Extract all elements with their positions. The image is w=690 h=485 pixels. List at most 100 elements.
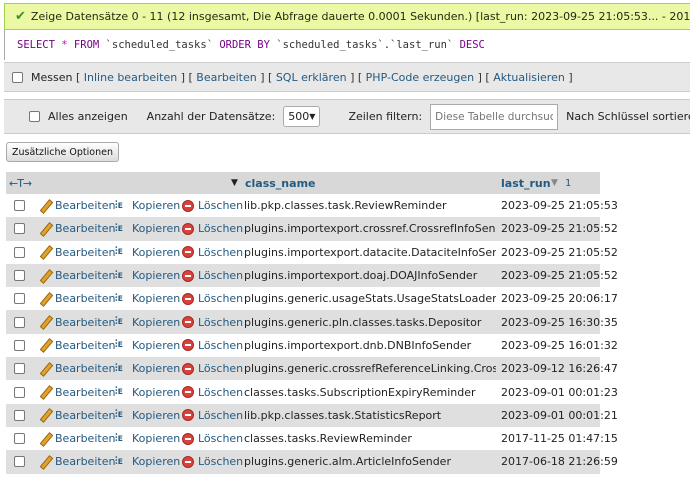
filter-input[interactable] (430, 103, 559, 130)
table-row[interactable]: Bearbeiten ⫶ᴇ Kopieren Löschen lib.pkp.class… (6, 194, 618, 218)
row-checkbox[interactable] (14, 200, 25, 212)
copy-row-button[interactable]: ⫶ᴇ Kopieren (115, 316, 180, 329)
cell-class-name[interactable]: plugins.importexport.crossref.CrossrefIn… (244, 222, 496, 235)
delete-row-button[interactable]: Löschen (182, 246, 243, 259)
extra-options-button[interactable]: Zusätzliche Optionen (6, 142, 119, 162)
delete-row-button[interactable]: Löschen (182, 386, 243, 399)
row-checkbox[interactable] (14, 316, 25, 328)
delete-row-button[interactable]: Löschen (182, 199, 243, 212)
delete-row-button[interactable]: Löschen (182, 455, 243, 468)
cell-class-name[interactable]: plugins.generic.crossrefReferenceLinking… (244, 362, 496, 375)
row-checkbox[interactable] (14, 270, 25, 282)
column-menu-icon[interactable]: ▼ (231, 178, 238, 188)
edit-query-link[interactable]: Bearbeiten (196, 71, 256, 84)
header-last-run[interactable]: last_run (501, 177, 551, 190)
row-checkbox[interactable] (14, 363, 25, 375)
copy-row-button[interactable]: ⫶ᴇ Kopieren (115, 339, 180, 352)
copy-row-button[interactable]: ⫶ᴇ Kopieren (115, 292, 180, 305)
cell-class-name[interactable]: plugins.generic.alm.ArticleInfoSender (244, 455, 496, 468)
copy-row-button[interactable]: ⫶ᴇ Kopieren (115, 362, 180, 375)
column-resize-icon[interactable]: ←T→ (9, 177, 32, 190)
cell-last-run[interactable]: 2023-09-25 21:05:52 (501, 222, 618, 235)
cell-last-run[interactable]: 2023-09-25 21:05:52 (501, 269, 618, 282)
table-row[interactable]: Bearbeiten ⫶ᴇ Kopieren Löschen plugins.impor… (6, 333, 618, 358)
cell-class-name[interactable]: plugins.importexport.dnb.DNBInfoSender (244, 339, 496, 352)
row-checkbox[interactable] (14, 456, 25, 468)
edit-row-button[interactable]: Bearbeiten (39, 432, 115, 445)
measure-checkbox[interactable] (12, 71, 23, 83)
table-row[interactable]: Bearbeiten ⫶ᴇ Kopieren Löschen classes.tasks… (6, 426, 618, 451)
row-checkbox[interactable] (14, 223, 25, 235)
delete-row-button[interactable]: Löschen (182, 409, 243, 422)
header-class-name[interactable]: class_name (245, 177, 316, 190)
cell-last-run[interactable]: 2023-09-25 21:05:52 (501, 246, 618, 259)
table-row[interactable]: Bearbeiten ⫶ᴇ Kopieren Löschen plugins.impor… (6, 263, 618, 288)
copy-row-button[interactable]: ⫶ᴇ Kopieren (115, 246, 180, 259)
cell-last-run[interactable]: 2023-09-25 16:30:35 (501, 316, 618, 329)
cell-class-name[interactable]: classes.tasks.SubscriptionExpiryReminder (244, 386, 496, 399)
edit-row-button[interactable]: Bearbeiten (39, 292, 115, 305)
edit-row-button[interactable]: Bearbeiten (39, 246, 115, 259)
table-row[interactable]: Bearbeiten ⫶ᴇ Kopieren Löschen plugins.gener… (6, 357, 618, 381)
copy-row-button[interactable]: ⫶ᴇ Kopieren (115, 269, 180, 282)
edit-row-button[interactable]: Bearbeiten (39, 362, 115, 375)
edit-row-button[interactable]: Bearbeiten (39, 455, 115, 468)
php-code-link[interactable]: PHP-Code erzeugen (366, 71, 474, 84)
edit-row-button[interactable]: Bearbeiten (39, 386, 115, 399)
row-checkbox[interactable] (14, 246, 25, 258)
table-row[interactable]: Bearbeiten ⫶ᴇ Kopieren Löschen classes.tasks… (6, 380, 618, 404)
table-row[interactable]: Bearbeiten ⫶ᴇ Kopieren Löschen plugins.gener… (6, 287, 618, 311)
delete-row-button[interactable]: Löschen (182, 222, 243, 235)
delete-row-button[interactable]: Löschen (182, 292, 243, 305)
cell-last-run[interactable]: 2023-09-25 21:05:53 (501, 199, 618, 212)
cell-class-name[interactable]: lib.pkp.classes.task.ReviewReminder (244, 199, 496, 212)
delete-row-button[interactable]: Löschen (182, 269, 243, 282)
cell-last-run[interactable]: 2023-09-25 16:01:32 (501, 339, 618, 352)
edit-row-button[interactable]: Bearbeiten (39, 199, 115, 212)
copy-row-button[interactable]: ⫶ᴇ Kopieren (115, 222, 180, 235)
delete-row-button[interactable]: Löschen (182, 316, 243, 329)
edit-row-button[interactable]: Bearbeiten (39, 409, 115, 422)
copy-row-button[interactable]: ⫶ᴇ Kopieren (115, 199, 180, 212)
edit-row-button[interactable]: Bearbeiten (39, 222, 115, 235)
cell-last-run[interactable]: 2023-09-01 00:01:23 (501, 386, 618, 399)
table-row[interactable]: Bearbeiten ⫶ᴇ Kopieren Löschen plugins.impor… (6, 217, 618, 241)
delete-row-button[interactable]: Löschen (182, 339, 243, 352)
delete-row-button[interactable]: Löschen (182, 362, 243, 375)
show-all-toggle[interactable]: Alles anzeigen (29, 110, 128, 123)
table-row[interactable]: Bearbeiten ⫶ᴇ Kopieren Löschen plugins.impor… (6, 240, 618, 264)
edit-row-button[interactable]: Bearbeiten (39, 316, 115, 329)
cell-class-name[interactable]: plugins.generic.pln.classes.tasks.Deposi… (244, 316, 496, 329)
row-checkbox[interactable] (14, 339, 25, 351)
cell-last-run[interactable]: 2017-11-25 01:47:15 (501, 432, 618, 445)
table-row[interactable]: Bearbeiten ⫶ᴇ Kopieren Löschen lib.pkp.class… (6, 403, 618, 427)
cell-last-run[interactable]: 2023-09-25 20:06:17 (501, 292, 618, 305)
delete-row-button[interactable]: Löschen (182, 432, 243, 445)
row-checkbox[interactable] (14, 409, 25, 421)
row-checkbox[interactable] (14, 293, 25, 305)
cell-last-run[interactable]: 2017-06-18 21:26:59 (501, 455, 618, 468)
explain-sql-link[interactable]: SQL erklären (276, 71, 347, 84)
edit-row-button[interactable]: Bearbeiten (39, 269, 115, 282)
inline-edit-link[interactable]: Inline bearbeiten (84, 71, 177, 84)
table-row[interactable]: Bearbeiten ⫶ᴇ Kopieren Löschen plugins.gener… (6, 310, 618, 334)
cell-last-run[interactable]: 2023-09-01 00:01:21 (501, 409, 618, 422)
copy-row-button[interactable]: ⫶ᴇ Kopieren (115, 386, 180, 399)
row-count-select[interactable]: 500 ▼ (283, 106, 321, 127)
edit-row-button[interactable]: Bearbeiten (39, 339, 115, 352)
table-row[interactable]: Bearbeiten ⫶ᴇ Kopieren Löschen plugins.gener… (6, 450, 618, 474)
show-all-checkbox[interactable] (29, 111, 40, 122)
copy-row-button[interactable]: ⫶ᴇ Kopieren (115, 409, 180, 422)
cell-class-name[interactable]: classes.tasks.ReviewReminder (244, 432, 496, 445)
sql-query[interactable]: SELECT * FROM `scheduled_tasks` ORDER BY… (4, 30, 690, 60)
cell-class-name[interactable]: lib.pkp.classes.task.StatisticsReport (244, 409, 496, 422)
cell-class-name[interactable]: plugins.generic.usageStats.UsageStatsLoa… (244, 292, 496, 305)
refresh-link[interactable]: Aktualisieren (493, 71, 565, 84)
row-checkbox[interactable] (14, 386, 25, 398)
cell-last-run[interactable]: 2023-09-12 16:26:47 (501, 362, 618, 375)
copy-row-button[interactable]: ⫶ᴇ Kopieren (115, 455, 180, 468)
cell-class-name[interactable]: plugins.importexport.datacite.DataciteIn… (244, 246, 496, 259)
row-checkbox[interactable] (14, 433, 25, 445)
cell-class-name[interactable]: plugins.importexport.doaj.DOAJInfoSender (244, 269, 496, 282)
copy-row-button[interactable]: ⫶ᴇ Kopieren (115, 432, 180, 445)
